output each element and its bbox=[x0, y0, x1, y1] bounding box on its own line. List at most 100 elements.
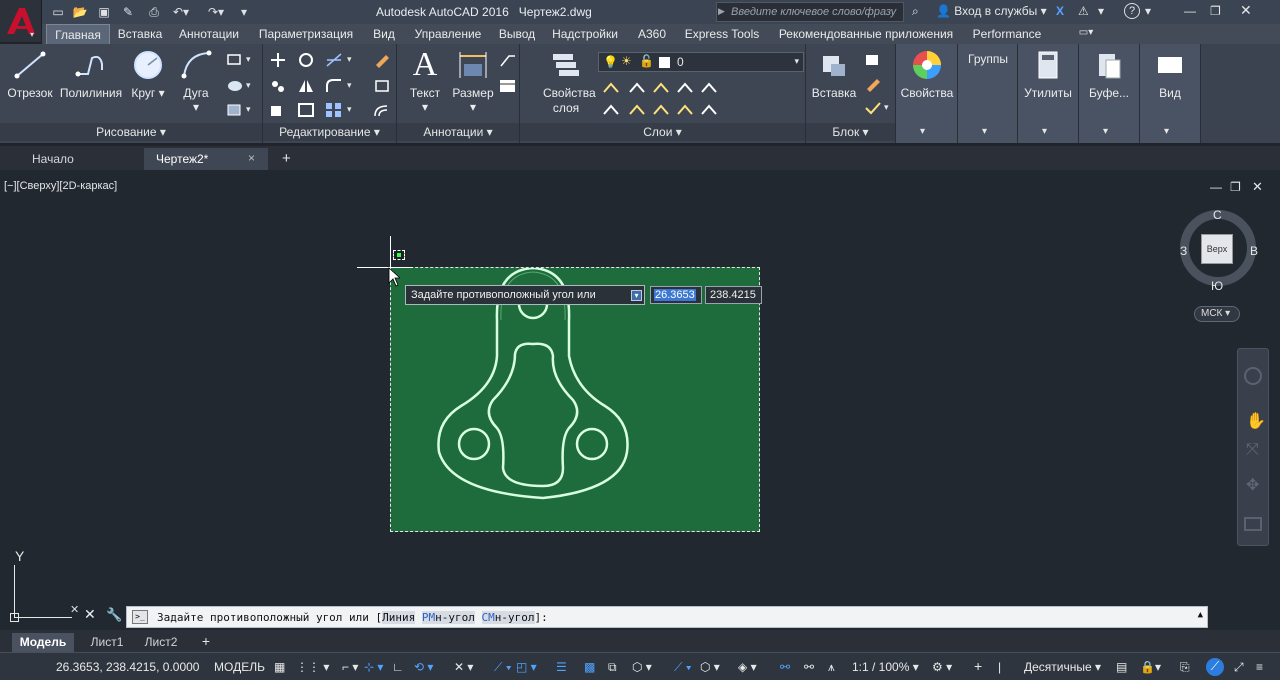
layer-tool2-icon[interactable] bbox=[628, 80, 646, 96]
steering-wheel-icon[interactable] bbox=[1244, 367, 1262, 385]
viewport-restore-icon[interactable]: ❐ bbox=[1230, 180, 1241, 194]
stretch-icon[interactable] bbox=[269, 102, 287, 118]
tab-manage[interactable]: Управление bbox=[408, 24, 488, 44]
gear-icon[interactable]: ⚙ ▾ bbox=[932, 660, 952, 674]
add-layout-button[interactable]: + bbox=[194, 633, 218, 652]
groups-button[interactable]: Группы bbox=[962, 52, 1014, 66]
edit-block-icon[interactable] bbox=[864, 76, 882, 92]
tab-annotate[interactable]: Аннотации bbox=[176, 24, 242, 44]
text-button[interactable]: A Текст ▾ bbox=[405, 48, 445, 115]
hardware-acceleration-icon[interactable]: ⟋ bbox=[1206, 658, 1224, 676]
tab-addins[interactable]: Надстройки bbox=[548, 24, 622, 44]
ortho-icon[interactable]: ⌐ ▾ bbox=[342, 660, 358, 674]
array-dropdown-icon[interactable]: ▾ bbox=[347, 104, 352, 115]
viewport-minimize-icon[interactable]: — bbox=[1210, 180, 1222, 194]
orbit-icon[interactable]: ✥ bbox=[1246, 475, 1259, 495]
layer-tool8-icon[interactable] bbox=[652, 102, 670, 118]
pan-icon[interactable]: ✋ bbox=[1246, 411, 1266, 431]
saveas-icon[interactable]: ✎ bbox=[120, 3, 136, 21]
tab-express-tools[interactable]: Express Tools bbox=[682, 24, 762, 44]
a360-icon[interactable]: ⚠ bbox=[1078, 4, 1089, 18]
move-icon[interactable] bbox=[269, 52, 287, 68]
view-expand-icon[interactable]: ▾ bbox=[1164, 126, 1169, 137]
tab-sheet2[interactable]: Лист2 bbox=[136, 633, 186, 652]
osnap-icon[interactable]: ✕ ▾ bbox=[454, 660, 473, 674]
scale-icon[interactable] bbox=[297, 102, 315, 118]
lineweight-icon[interactable]: ⟋ ▾ bbox=[494, 660, 512, 675]
ribbon-toggle-icon[interactable]: ▭▾ bbox=[1072, 24, 1100, 44]
array-icon[interactable] bbox=[325, 102, 343, 118]
close-icon[interactable]: ✕ bbox=[1240, 2, 1252, 19]
trim-icon[interactable] bbox=[325, 52, 343, 68]
panel-title-draw[interactable]: Рисование ▾ bbox=[0, 123, 262, 141]
properties-button[interactable]: Свойства bbox=[900, 48, 954, 100]
panel-title-layers[interactable]: Слои ▾ bbox=[520, 123, 805, 141]
erase-icon[interactable] bbox=[373, 52, 391, 68]
gizmo-icon[interactable]: ⟋ ▾ bbox=[674, 660, 692, 675]
rectangle-dropdown-icon[interactable]: ▾ bbox=[246, 54, 251, 65]
dimension-button[interactable]: Размер ▾ bbox=[451, 48, 495, 114]
cmd-close-icon[interactable]: ✕ bbox=[84, 606, 96, 623]
panel-title-annotation[interactable]: Аннотации ▾ bbox=[397, 123, 519, 141]
utilities-button[interactable]: Утилиты bbox=[1022, 48, 1074, 100]
rotate-icon[interactable] bbox=[297, 52, 315, 68]
command-line[interactable]: >_ Задайте противоположный угол или [Лин… bbox=[126, 606, 1208, 628]
isolate-objects-icon[interactable]: ⎘ bbox=[1180, 660, 1190, 675]
insert-block-button[interactable]: Вставка bbox=[810, 48, 858, 100]
y-coordinate-input[interactable]: 238.4215 bbox=[705, 286, 762, 304]
leader-icon[interactable] bbox=[499, 52, 517, 68]
explode-icon[interactable] bbox=[373, 78, 391, 94]
tab-close-icon[interactable]: × bbox=[248, 151, 255, 165]
layer-dropdown[interactable]: 💡 ☀ 🔓 0 ▾ bbox=[598, 52, 804, 72]
create-block-icon[interactable] bbox=[864, 52, 882, 68]
tab-parametric[interactable]: Параметризация bbox=[256, 24, 356, 44]
panel-groups[interactable]: Группы ▾ bbox=[958, 44, 1018, 143]
annotation-scale-icon[interactable]: ⩚ bbox=[828, 660, 835, 675]
tab-home[interactable]: Главная bbox=[46, 24, 110, 44]
tab-featured-apps[interactable]: Рекомендованные приложения bbox=[774, 24, 958, 44]
search-input[interactable]: Введите ключевое слово/фразу bbox=[716, 2, 904, 22]
search-arrow-icon[interactable]: ▶ bbox=[716, 2, 726, 22]
ucs-menu[interactable]: МСК ▾ bbox=[1194, 306, 1240, 322]
block-attributes-icon[interactable] bbox=[864, 100, 882, 116]
auto-scale-icon[interactable]: ⚯ bbox=[804, 660, 814, 674]
drawing-sheet[interactable] bbox=[390, 266, 760, 532]
showmotion-icon[interactable] bbox=[1244, 517, 1262, 531]
polyline-button[interactable]: Полилиния bbox=[58, 48, 124, 100]
option-line[interactable]: Линия bbox=[382, 611, 416, 624]
annotation-monitor-icon[interactable]: ⚯ bbox=[780, 660, 790, 674]
save-icon[interactable]: ▣ bbox=[96, 3, 112, 21]
layer-tool10-icon[interactable] bbox=[700, 102, 718, 118]
x-coordinate-input[interactable]: 26.3653 bbox=[650, 286, 702, 304]
table-icon[interactable] bbox=[499, 78, 517, 94]
selection-cycling-icon[interactable]: ☰ bbox=[556, 660, 567, 674]
exchange-icon[interactable]: X bbox=[1056, 4, 1064, 18]
annotation-visibility-icon[interactable]: ⬡ ▾ bbox=[700, 660, 720, 674]
layer-tool6-icon[interactable] bbox=[602, 102, 620, 118]
qat-menu-icon[interactable]: ▾ bbox=[238, 3, 250, 21]
quick-properties-icon[interactable]: ▤ bbox=[1116, 660, 1127, 674]
properties-expand-icon[interactable]: ▾ bbox=[920, 126, 925, 137]
viewcube-west[interactable]: З bbox=[1180, 244, 1187, 258]
dynamic-ucs-icon[interactable]: ⧉ bbox=[608, 660, 617, 675]
viewcube-east[interactable]: В bbox=[1250, 244, 1258, 258]
binoculars-icon[interactable]: ⌕ bbox=[912, 4, 919, 19]
lock-ui-icon[interactable]: 🔒▾ bbox=[1140, 660, 1161, 674]
polar-icon[interactable]: ⊹ ▾ bbox=[364, 660, 383, 674]
layer-tool5-icon[interactable] bbox=[700, 80, 718, 96]
3d-osnap-icon[interactable]: ▩ bbox=[584, 660, 595, 674]
tab-start[interactable]: Начало bbox=[20, 148, 142, 170]
layer-tool3-icon[interactable] bbox=[652, 80, 670, 96]
help-button[interactable]: ? bbox=[1124, 3, 1140, 19]
copy-icon[interactable] bbox=[269, 78, 287, 94]
tab-performance[interactable]: Performance bbox=[968, 24, 1046, 44]
tab-drawing[interactable]: Чертеж2* × bbox=[144, 148, 268, 170]
tab-sheet1[interactable]: Лист1 bbox=[82, 633, 132, 652]
hatch-icon[interactable] bbox=[226, 78, 244, 94]
coordinate-readout[interactable]: 26.3653, 238.4215, 0.0000 bbox=[56, 660, 199, 674]
trim-dropdown-icon[interactable]: ▾ bbox=[347, 54, 352, 65]
tab-a360[interactable]: A360 bbox=[634, 24, 670, 44]
workspace-icon[interactable]: ◈ ▾ bbox=[738, 660, 757, 674]
panel-clipboard[interactable]: Буфе... ▾ bbox=[1079, 44, 1140, 143]
option-min-angle[interactable]: РМн-угол bbox=[421, 611, 475, 624]
